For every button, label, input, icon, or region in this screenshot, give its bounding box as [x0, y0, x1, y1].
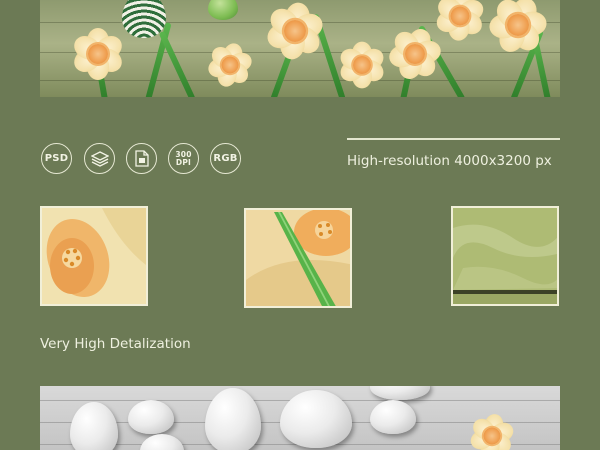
psd-icon-label: PSD	[44, 153, 69, 164]
top-banner-image	[40, 0, 560, 97]
resolution-text: High-resolution 4000x3200 px	[347, 153, 552, 169]
daffodil-flower	[464, 408, 520, 450]
dpi-icon-label: 300 DPI	[175, 149, 192, 167]
bottom-banner-image	[40, 386, 560, 450]
thumbnail-leaf-closeup	[244, 208, 352, 308]
psd-icon: PSD	[41, 143, 72, 174]
daffodil-flower	[262, 0, 328, 64]
patterned-egg	[122, 0, 166, 38]
layers-icon	[84, 143, 115, 174]
daffodil-flower	[335, 38, 389, 92]
daffodil-flower	[68, 24, 128, 84]
divider-line	[347, 138, 560, 140]
daffodil-flower	[205, 40, 255, 90]
dpi-icon: 300 DPI	[168, 143, 199, 174]
green-egg	[208, 0, 238, 20]
detail-text: Very High Detalization	[40, 336, 191, 352]
daffodil-flower	[485, 0, 551, 58]
rgb-icon: RGB	[210, 143, 241, 174]
thumbnail-wood-texture	[451, 206, 559, 306]
daffodil-flower	[432, 0, 488, 44]
thumbnail-flower-closeup	[40, 206, 148, 306]
file-icon	[126, 143, 157, 174]
rgb-icon-label: RGB	[213, 153, 238, 164]
